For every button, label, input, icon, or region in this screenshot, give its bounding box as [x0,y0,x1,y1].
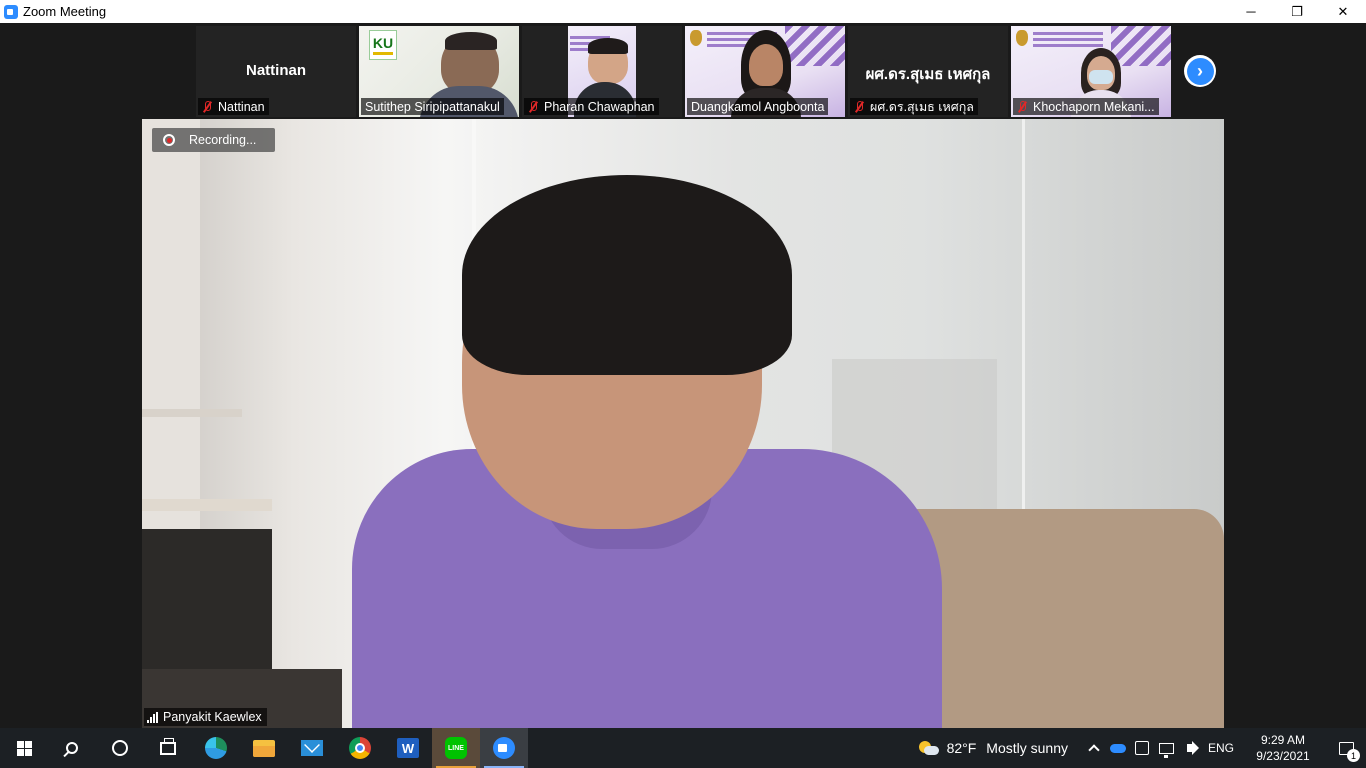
zoom-taskbar-button[interactable] [480,728,528,768]
weather-temperature[interactable]: 82°F [947,740,977,756]
gallery-strip: Nattinan Nattinan KU Sutithep Siripipatt… [196,26,1171,117]
participant-tile[interactable]: KU Sutithep Siripipattanakul [359,26,519,117]
task-view-icon [160,737,176,755]
participant-name: Khochaporn Mekani... [1033,99,1155,114]
word-taskbar-button[interactable]: W [384,728,432,768]
battery-icon [1135,741,1149,755]
mail-taskbar-button[interactable] [288,728,336,768]
mic-muted-icon [528,100,538,113]
participant-display-name: ผศ.ดร.สุเมธ เหศกุล [865,66,991,83]
cortana-icon [112,740,128,756]
weather-sunny-icon[interactable] [918,741,939,755]
participant-caption: Sutithep Siripipattanakul [361,98,504,115]
participant-name: ผศ.ดร.สุเมธ เหศกุล [870,99,974,114]
university-seal-icon [690,30,702,46]
signal-strength-icon [147,711,158,723]
cortana-button[interactable] [96,728,144,768]
participant-name: Sutithep Siripipattanakul [365,99,500,114]
chrome-taskbar-button[interactable] [336,728,384,768]
search-button[interactable] [48,728,96,768]
line-taskbar-button[interactable]: LINE [432,728,480,768]
next-page-button[interactable]: › [1184,55,1216,87]
participant-name: Nattinan [218,99,265,114]
participant-tile[interactable]: Duangkamol Angboonta [685,26,845,117]
mic-muted-icon [202,100,212,113]
system-tray: 82°F Mostly sunny ENG 9:29 AM 9/23/2021 … [918,728,1366,768]
zoom-app-icon [4,4,18,19]
speaker-icon [1187,741,1199,755]
input-language-button[interactable]: ENG [1202,741,1240,755]
mic-muted-icon [854,100,864,113]
ku-logo: KU [369,30,397,60]
recording-indicator[interactable]: Recording... [152,128,275,152]
edge-taskbar-button[interactable] [192,728,240,768]
folder-icon [253,739,275,757]
minimize-button[interactable]: ─ [1228,0,1274,23]
power-tray-button[interactable] [1130,728,1154,768]
network-icon [1158,742,1174,758]
close-button[interactable]: ✕ [1320,0,1366,23]
participant-display-name: Nattinan [246,62,306,79]
zoom-icon [493,737,515,759]
participant-tile[interactable]: Khochaporn Mekani... [1011,26,1171,117]
notification-count-badge: 1 [1347,749,1360,762]
windows-logo-icon [16,740,32,756]
word-icon: W [397,738,419,758]
action-center-button[interactable]: 1 [1326,728,1366,768]
edge-icon [205,737,227,759]
clock-button[interactable]: 9:29 AM 9/23/2021 [1240,732,1326,764]
file-explorer-taskbar-button[interactable] [240,728,288,768]
active-speaker-video[interactable]: Recording... Panyakit Kaewlex [142,119,1224,728]
university-seal-icon [1016,30,1028,46]
recording-label: Recording... [189,133,257,147]
participant-tile[interactable]: Pharan Chawaphan [522,26,682,117]
participant-video-icon [749,44,783,86]
start-button[interactable] [0,728,48,768]
weather-condition[interactable]: Mostly sunny [986,740,1068,756]
window-title: Zoom Meeting [23,4,107,19]
active-speaker-caption: Panyakit Kaewlex [144,708,267,726]
participant-caption: ผศ.ดร.สุเมธ เหศกุล [850,98,978,115]
show-hidden-icons-button[interactable] [1082,728,1106,768]
active-speaker-name: Panyakit Kaewlex [163,710,262,724]
window-controls: ─ ❐ ✕ [1228,0,1366,23]
onedrive-tray-button[interactable] [1106,728,1130,768]
task-view-button[interactable] [144,728,192,768]
participant-caption: Nattinan [198,98,269,115]
record-icon [163,134,175,146]
participant-tile[interactable]: ผศ.ดร.สุเมธ เหศกุล ผศ.ดร.สุเมธ เหศกุล [848,26,1008,117]
chevron-right-icon: › [1186,57,1214,85]
mic-muted-icon [1017,100,1027,113]
participant-caption: Khochaporn Mekani... [1013,98,1159,115]
line-app-icon: LINE [445,737,467,759]
chevron-up-icon [1088,744,1100,756]
hair-shape [445,32,497,50]
search-icon [66,742,78,754]
mail-icon [301,740,323,756]
participant-caption: Duangkamol Angboonta [687,98,829,115]
network-tray-button[interactable] [1154,728,1178,768]
title-bar: Zoom Meeting ─ ❐ ✕ [0,0,1366,23]
clock-date: 9/23/2021 [1256,749,1310,763]
volume-tray-button[interactable] [1178,728,1202,768]
meeting-area: Nattinan Nattinan KU Sutithep Siripipatt… [0,23,1366,728]
hair-shape [462,175,792,375]
participant-caption: Pharan Chawaphan [524,98,659,115]
participant-tile[interactable]: Nattinan Nattinan [196,26,356,117]
taskbar: W LINE 82°F Mostly sunny ENG 9:29 AM 9/2… [0,728,1366,768]
participant-name: Duangkamol Angboonta [691,99,825,114]
restore-button[interactable]: ❐ [1274,0,1320,23]
cloud-icon [1110,743,1126,753]
participant-name: Pharan Chawaphan [544,99,655,114]
face-mask-shape [1089,70,1113,84]
chrome-icon [349,737,371,759]
cabinet-shape [142,529,272,669]
clock-time: 9:29 AM [1260,733,1306,747]
